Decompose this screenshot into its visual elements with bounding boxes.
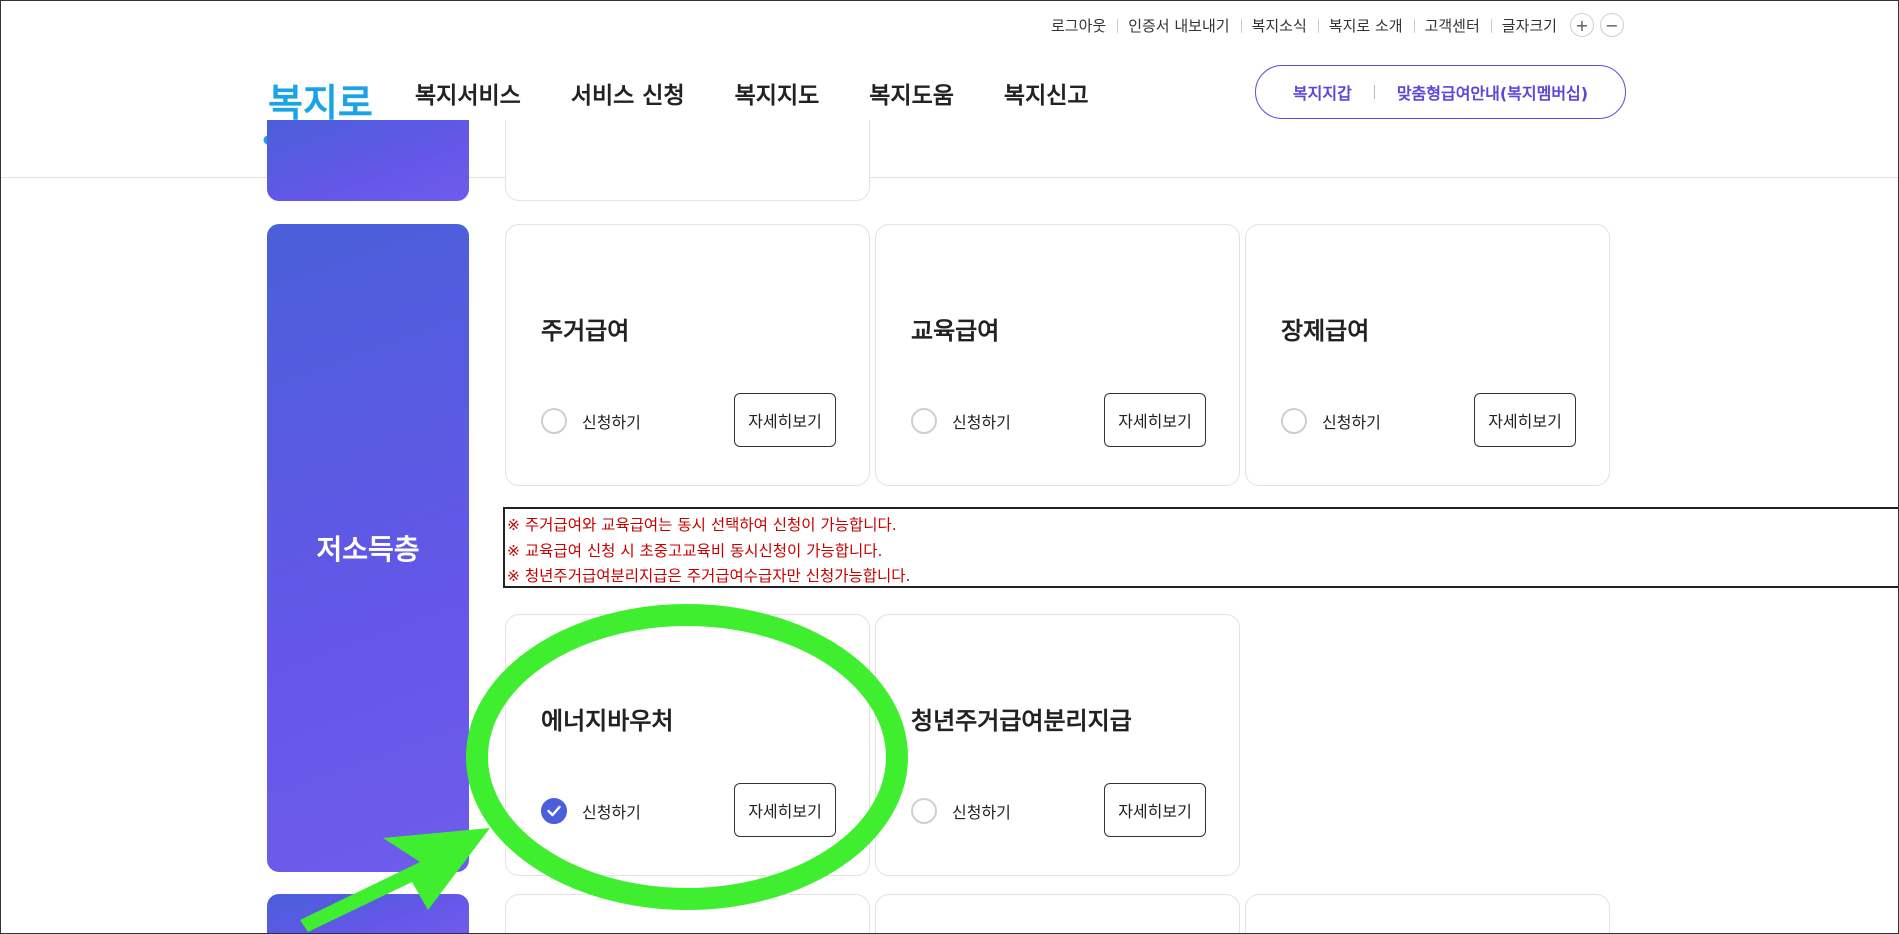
service-card-youth-housing: 청년주거급여분리지급 신청하기 자세히보기 <box>875 614 1240 876</box>
category-box-previous <box>267 120 469 201</box>
notice-line: ※ 교육급여 신청 시 초중고교육비 동시신청이 가능합니다. <box>507 541 883 560</box>
service-card-partial-top <box>505 120 870 201</box>
font-size-label: 글자크기 <box>1490 15 1564 36</box>
font-increase-button[interactable]: + <box>1569 13 1594 37</box>
detail-button[interactable]: 자세히보기 <box>734 783 836 837</box>
apply-radio[interactable] <box>911 408 937 434</box>
logout-link[interactable]: 로그아웃 <box>1040 15 1117 36</box>
service-card-partial-bottom <box>505 894 870 934</box>
service-card-partial-bottom <box>875 894 1240 934</box>
apply-radio-checked[interactable] <box>541 798 567 824</box>
main-nav: 복지서비스 서비스 신청 복지지도 복지도움 복지신고 <box>415 76 1139 110</box>
detail-button[interactable]: 자세히보기 <box>1104 783 1206 837</box>
utility-bar: 로그아웃 인증서 내보내기 복지소식 복지로 소개 고객센터 글자크기 + − <box>1040 12 1624 38</box>
apply-label: 신청하기 <box>952 413 1011 432</box>
notice-line: ※ 청년주거급여분리지급은 주거급여수급자만 신청가능합니다. <box>507 567 911 585</box>
service-card-partial-bottom <box>1245 894 1610 934</box>
card-title: 청년주거급여분리지급 <box>911 707 1132 735</box>
detail-button[interactable]: 자세히보기 <box>1104 393 1206 447</box>
apply-radio[interactable] <box>911 798 937 824</box>
apply-label: 신청하기 <box>582 803 641 822</box>
service-card-energy-voucher: 에너지바우처 신청하기 자세히보기 <box>505 614 870 876</box>
nav-service-apply[interactable]: 서비스 신청 <box>571 76 685 110</box>
notice-line: ※ 주거급여와 교육급여는 동시 선택하여 신청이 가능합니다. <box>507 516 897 534</box>
card-title: 에너지바우처 <box>541 707 674 735</box>
apply-radio[interactable] <box>541 408 567 434</box>
service-card-education: 교육급여 신청하기 자세히보기 <box>875 224 1240 486</box>
category-box-next <box>267 894 469 934</box>
apply-label: 신청하기 <box>1322 413 1381 432</box>
service-card-housing: 주거급여 신청하기 자세히보기 <box>505 224 870 486</box>
detail-button[interactable]: 자세히보기 <box>734 393 836 447</box>
detail-button[interactable]: 자세히보기 <box>1474 393 1576 447</box>
service-card-funeral: 장제급여 신청하기 자세히보기 <box>1245 224 1610 486</box>
membership-pill: 복지지갑 맞춤형급여안내(복지멤버십) <box>1255 65 1626 119</box>
nav-welfare-map[interactable]: 복지지도 <box>735 76 820 110</box>
nav-welfare-report[interactable]: 복지신고 <box>1004 76 1089 110</box>
welfare-wallet-link[interactable]: 복지지갑 <box>1293 80 1352 104</box>
apply-option[interactable]: 신청하기 <box>1281 408 1381 434</box>
nav-welfare-help[interactable]: 복지도움 <box>869 76 954 110</box>
card-title: 주거급여 <box>541 317 630 345</box>
category-box-low-income: 저소득층 <box>267 224 469 872</box>
card-title: 교육급여 <box>911 317 1000 345</box>
apply-radio[interactable] <box>1281 408 1307 434</box>
pill-divider <box>1373 85 1375 99</box>
customer-center-link[interactable]: 고객센터 <box>1413 15 1491 36</box>
apply-option[interactable]: 신청하기 <box>911 408 1011 434</box>
logo-text: 복지로 <box>268 81 372 125</box>
font-decrease-button[interactable]: − <box>1599 13 1624 37</box>
apply-option[interactable]: 신청하기 <box>541 408 641 434</box>
export-certificate-link[interactable]: 인증서 내보내기 <box>1117 15 1240 36</box>
about-link[interactable]: 복지로 소개 <box>1317 15 1414 36</box>
apply-label: 신청하기 <box>582 413 641 432</box>
checkmark-icon <box>547 805 561 817</box>
card-title: 장제급여 <box>1281 317 1370 345</box>
membership-link[interactable]: 맞춤형급여안내(복지멤버십) <box>1397 80 1588 104</box>
apply-label: 신청하기 <box>952 803 1011 822</box>
nav-welfare-service[interactable]: 복지서비스 <box>415 76 521 110</box>
apply-option[interactable]: 신청하기 <box>541 798 641 824</box>
apply-option[interactable]: 신청하기 <box>911 798 1011 824</box>
category-label: 저소득층 <box>316 533 420 566</box>
welfare-news-link[interactable]: 복지소식 <box>1240 15 1318 36</box>
notice-box: ※ 주거급여와 교육급여는 동시 선택하여 신청이 가능합니다. ※ 교육급여 … <box>503 507 1899 588</box>
